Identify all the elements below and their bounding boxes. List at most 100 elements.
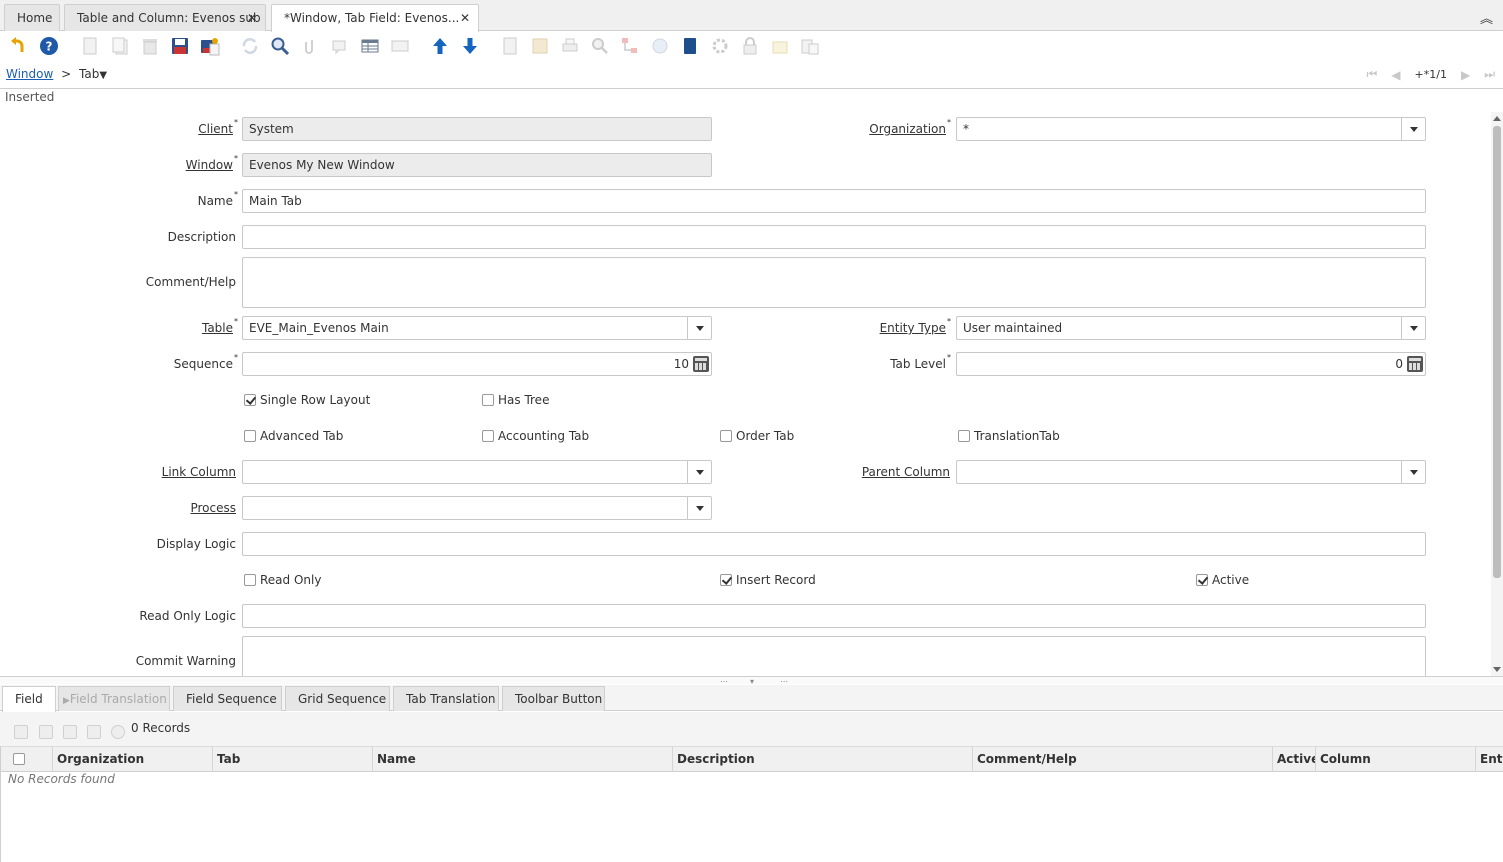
description-field[interactable] xyxy=(242,225,1426,249)
chevron-down-icon[interactable] xyxy=(1401,461,1425,483)
chat-icon[interactable] xyxy=(330,36,350,56)
chevron-down-icon[interactable] xyxy=(687,497,711,519)
close-icon[interactable]: ✕ xyxy=(247,5,257,31)
multi-edit-icon[interactable] xyxy=(390,36,410,56)
tab-field-sequence[interactable]: Field Sequence xyxy=(173,686,282,711)
tab-home[interactable]: Home xyxy=(4,4,60,31)
form-scrollbar[interactable] xyxy=(1491,112,1503,676)
checkbox-box[interactable] xyxy=(244,574,256,586)
scroll-up-icon[interactable] xyxy=(1493,116,1501,121)
column-header[interactable]: Column xyxy=(1316,747,1476,772)
entity-type-label[interactable]: Entity Type * xyxy=(880,317,951,335)
scroll-down-icon[interactable] xyxy=(1493,667,1501,672)
entity-type-select[interactable]: User maintained xyxy=(956,316,1426,340)
checkbox-box[interactable] xyxy=(1196,574,1208,586)
edit-record-icon[interactable] xyxy=(39,725,53,739)
accounting-tab-checkbox[interactable]: Accounting Tab xyxy=(482,429,589,443)
next-record-icon[interactable]: ▶ xyxy=(1461,68,1470,82)
organization-label[interactable]: Organization * xyxy=(869,118,951,136)
checkbox-box[interactable] xyxy=(244,394,256,406)
checkbox-box[interactable] xyxy=(958,430,970,442)
chevron-down-icon[interactable] xyxy=(687,461,711,483)
calculator-icon[interactable] xyxy=(1407,356,1423,372)
tab-window-tab-field[interactable]: *Window, Tab Field: Evenos... ✕ xyxy=(271,4,479,32)
organization-select[interactable]: * xyxy=(956,117,1426,141)
checkbox-box[interactable] xyxy=(720,430,732,442)
column-header[interactable]: Name xyxy=(373,747,673,772)
column-header[interactable]: Tab xyxy=(213,747,373,772)
commit-warning-field[interactable] xyxy=(242,636,1426,676)
archive-icon[interactable] xyxy=(530,36,550,56)
tab-field[interactable]: Field xyxy=(2,686,56,712)
checkbox-box[interactable] xyxy=(482,430,494,442)
help-icon[interactable]: ? xyxy=(39,36,59,56)
sequence-field[interactable]: 10 xyxy=(242,352,712,376)
new-record-icon[interactable] xyxy=(80,36,100,56)
tab-level-field[interactable]: 0 xyxy=(956,352,1426,376)
client-label[interactable]: Client * xyxy=(198,118,238,136)
product-info-icon[interactable] xyxy=(680,36,700,56)
select-all-checkbox[interactable] xyxy=(13,753,25,765)
calculator-icon[interactable] xyxy=(693,356,709,372)
tab-tab-translation[interactable]: Tab Translation xyxy=(393,686,499,711)
read-only-checkbox[interactable]: Read Only xyxy=(244,573,321,587)
column-header[interactable]: Comment/Help xyxy=(973,747,1273,772)
table-select[interactable]: EVE_Main_Evenos Main xyxy=(242,316,712,340)
refresh-icon[interactable] xyxy=(240,36,260,56)
advanced-tab-checkbox[interactable]: Advanced Tab xyxy=(244,429,343,443)
scroll-thumb[interactable] xyxy=(1493,126,1501,578)
column-header[interactable]: Description xyxy=(673,747,973,772)
previous-record-icon[interactable]: ◀ xyxy=(1391,68,1400,82)
attachment-icon[interactable] xyxy=(300,36,320,56)
copy-record-icon[interactable] xyxy=(110,36,130,56)
comment-help-field[interactable] xyxy=(242,257,1426,308)
save-icon[interactable] xyxy=(87,725,101,739)
single-row-layout-checkbox[interactable]: Single Row Layout xyxy=(244,393,370,407)
link-column-select[interactable] xyxy=(242,460,712,484)
chevron-down-icon[interactable] xyxy=(1401,317,1425,339)
read-only-logic-field[interactable] xyxy=(242,604,1426,628)
active-checkbox[interactable]: Active xyxy=(1196,573,1249,587)
order-tab-checkbox[interactable]: Order Tab xyxy=(720,429,794,443)
column-header[interactable]: Active xyxy=(1273,747,1316,772)
grid-toggle-icon[interactable] xyxy=(360,36,380,56)
checkbox-box[interactable] xyxy=(720,574,732,586)
delete-icon[interactable] xyxy=(140,36,160,56)
post-icon[interactable] xyxy=(770,36,790,56)
checkbox-box[interactable] xyxy=(482,394,494,406)
tab-grid-sequence[interactable]: Grid Sequence xyxy=(285,686,390,711)
save-icon[interactable] xyxy=(170,36,190,56)
find-icon[interactable] xyxy=(270,36,290,56)
close-icon[interactable]: ✕ xyxy=(460,5,470,31)
process-icon[interactable] xyxy=(710,36,730,56)
insert-record-checkbox[interactable]: Insert Record xyxy=(720,573,816,587)
active-workflows-icon[interactable] xyxy=(620,36,640,56)
tab-toolbar-button[interactable]: Toolbar Button xyxy=(502,686,605,711)
parent-column-label[interactable]: Parent Column xyxy=(862,465,950,479)
display-logic-field[interactable] xyxy=(242,532,1426,556)
column-header[interactable]: Enti xyxy=(1476,747,1503,772)
collapse-icon[interactable]: ︽ xyxy=(1480,8,1493,27)
parent-record-icon[interactable] xyxy=(430,36,450,56)
link-column-label[interactable]: Link Column xyxy=(162,465,236,479)
breadcrumb-window-link[interactable]: Window xyxy=(6,67,53,81)
table-label[interactable]: Table * xyxy=(202,317,238,335)
name-field[interactable]: Main Tab xyxy=(242,189,1426,213)
process-select[interactable] xyxy=(242,496,712,520)
breadcrumb-dropdown-icon[interactable]: ▼ xyxy=(99,70,107,81)
delete-icon[interactable] xyxy=(63,725,77,739)
breadcrumb-current[interactable]: Tab xyxy=(79,67,99,81)
undo-icon[interactable] xyxy=(8,36,28,56)
window-label[interactable]: Window * xyxy=(186,154,238,172)
chevron-down-icon[interactable] xyxy=(1401,118,1425,140)
tab-field-translation[interactable]: ▶Field Translation xyxy=(58,686,170,711)
chevron-down-icon[interactable] xyxy=(687,317,711,339)
splitter[interactable]: ⋯ ▾ ⋯ xyxy=(0,676,1503,686)
tab-table-and-column[interactable]: Table and Column: Evenos sub ✕ xyxy=(64,4,266,31)
requests-icon[interactable] xyxy=(650,36,670,56)
report-icon[interactable] xyxy=(500,36,520,56)
has-tree-checkbox[interactable]: Has Tree xyxy=(482,393,549,407)
parent-column-select[interactable] xyxy=(956,460,1426,484)
zoom-across-icon[interactable] xyxy=(590,36,610,56)
detail-record-icon[interactable] xyxy=(460,36,480,56)
